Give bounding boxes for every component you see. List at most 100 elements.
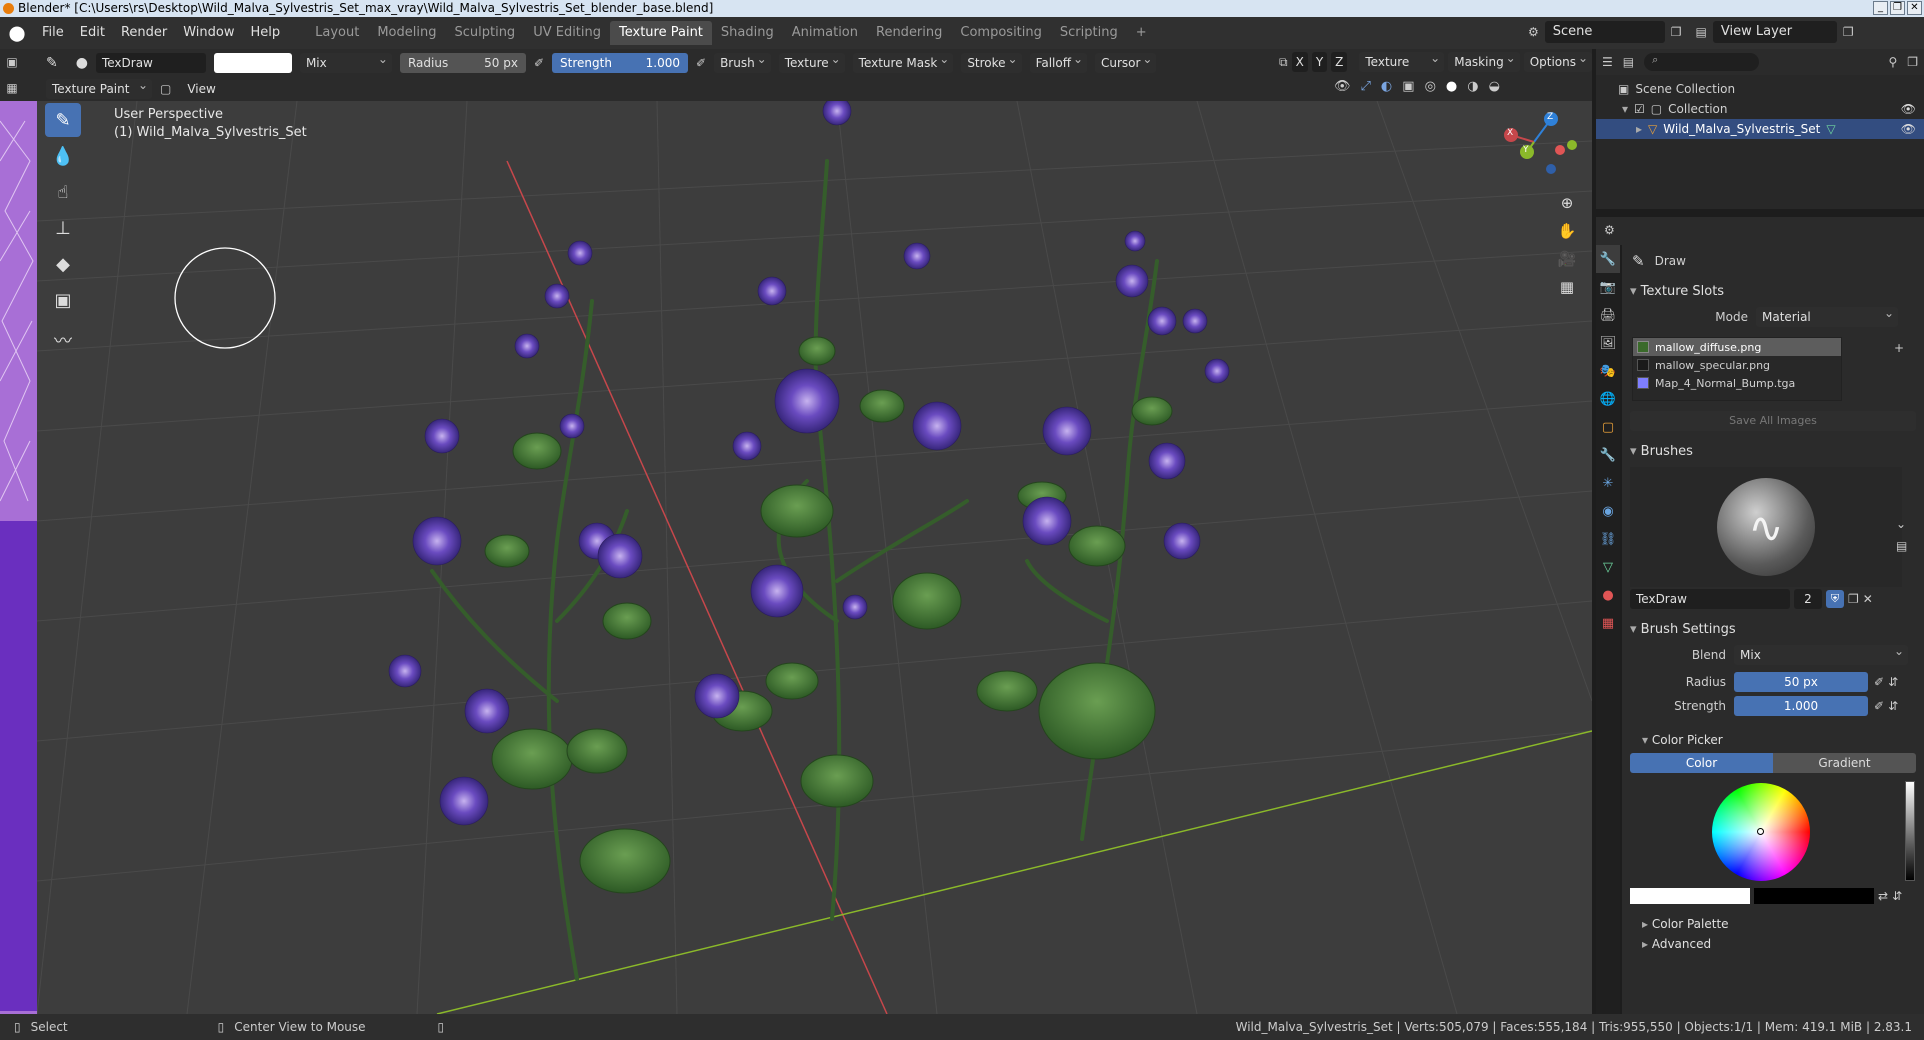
menu-window[interactable]: Window [175,21,242,45]
properties-editor-icon[interactable]: ⚙ [1604,223,1615,237]
data-tab-icon[interactable]: ▽ [1596,553,1620,581]
navigation-gizmo[interactable] [1489,107,1579,177]
xray-icon[interactable]: ▣ [1402,79,1414,94]
brush-menu[interactable]: Brush [714,49,771,73]
brush-preview-icon[interactable]: ● [76,55,88,71]
texture-menu[interactable]: Texture [778,49,845,73]
color-unified-icon[interactable]: ⇵ [1892,889,1902,903]
rendered-shading-icon[interactable]: ◒ [1489,79,1500,94]
save-all-images-button[interactable]: Save All Images [1630,411,1916,431]
modifier-tab-icon[interactable]: 🔧 [1596,441,1620,469]
brush-color-swatch[interactable] [213,52,292,73]
radius-field[interactable]: 50 px [1734,672,1868,692]
close-button[interactable]: ✕ [1907,1,1922,15]
mirror-z-toggle[interactable]: Z [1331,52,1348,72]
brushes-panel-header[interactable]: Brushes [1622,439,1924,465]
scene-selector[interactable]: Scene [1544,21,1665,43]
outliner-display-mode-icon[interactable]: ☰ [1602,55,1613,69]
texture-mask-menu[interactable]: Texture Mask [852,49,954,73]
tab-scripting[interactable]: Scripting [1051,21,1127,45]
unlink-brush-icon[interactable]: ✕ [1863,592,1873,606]
camera-view-icon[interactable]: 🎥 [1553,245,1581,273]
soften-tool-icon[interactable]: 💧 [45,139,81,173]
expand-arrow-icon[interactable]: ▸ [1636,122,1642,136]
radius-unit-icon[interactable]: ⇵ [1888,675,1898,689]
render-tab-icon[interactable]: 📷 [1596,273,1620,301]
blend-dropdown[interactable]: Mix [1734,641,1908,665]
pan-hand-icon[interactable]: ✋ [1553,217,1581,245]
advanced-header[interactable]: Advanced [1622,931,1924,957]
texture-slots-panel-header[interactable]: Texture Slots [1622,279,1924,305]
fill-tool-icon[interactable]: ◆ [45,247,81,281]
tool-tab-icon[interactable]: 🔧 [1596,245,1620,273]
material-tab-icon[interactable]: ● [1596,581,1620,609]
3d-viewport[interactable]: User Perspective (1) Wild_Malva_Sylvestr… [37,101,1592,1014]
color-picker-header[interactable]: Color Picker [1622,727,1924,753]
tab-shading[interactable]: Shading [712,21,783,45]
color-wheel[interactable] [1712,783,1810,881]
annotate-tool-icon[interactable]: 〰 [45,323,81,357]
mirror-x-toggle[interactable]: X [1291,52,1308,72]
brush-name-field[interactable]: TexDraw [95,52,206,73]
outliner-row-collection[interactable]: ▾ ☑ ▢ Collection 👁 [1596,99,1924,119]
tab-compositing[interactable]: Compositing [951,21,1051,45]
editor-type-icon[interactable]: ▣ [0,49,24,75]
brush-tool-icon[interactable]: ✎ [46,55,58,71]
cursor-menu[interactable]: Cursor [1095,49,1157,73]
radius-pressure-icon[interactable]: ✐ [1874,675,1884,689]
secondary-color-swatch[interactable] [1754,888,1874,904]
mask-toggle-icon[interactable]: ▢ [160,82,171,96]
smear-tool-icon[interactable]: ☝ [45,175,81,209]
value-slider[interactable] [1905,781,1915,881]
color-tab[interactable]: Color [1630,753,1773,773]
mode-dropdown[interactable]: Texture Paint [46,75,152,99]
physics-tab-icon[interactable]: ◉ [1596,497,1620,525]
eye-icon[interactable]: 👁 [1901,102,1916,116]
slot-row-specular[interactable]: mallow_specular.png [1633,356,1841,374]
constraints-tab-icon[interactable]: ⛓ [1596,525,1620,553]
minimize-button[interactable]: _ [1873,1,1888,15]
strength-field[interactable]: 1.000 [1734,696,1868,716]
view-layer-selector[interactable]: View Layer [1712,21,1837,43]
add-workspace-button[interactable]: + [1127,21,1156,45]
overlay-icon[interactable]: ◐ [1381,79,1392,94]
draw-tool-icon[interactable]: ✎ [45,103,81,137]
tab-uv-editing[interactable]: UV Editing [524,21,610,45]
clone-tool-icon[interactable]: ⊥ [45,211,81,245]
new-collection-icon[interactable]: ❐ [1907,55,1918,69]
tab-texture-paint[interactable]: Texture Paint [610,21,712,45]
outliner-search-icon[interactable]: ⌕ [1644,53,1760,71]
slot-row-normal[interactable]: Map_4_Normal_Bump.tga [1633,374,1841,392]
swap-colors-icon[interactable]: ⇄ [1878,889,1888,903]
radius-pressure-icon[interactable]: ✐ [534,56,544,70]
restore-button[interactable]: ❐ [1890,1,1905,15]
uv-editor-strip[interactable] [0,101,37,1014]
tab-layout[interactable]: Layout [306,21,368,45]
mask-tool-icon[interactable]: ▣ [45,283,81,317]
material-shading-icon[interactable]: ◑ [1467,79,1478,94]
outliner-filter-icon[interactable]: ▤ [1623,55,1634,69]
menu-edit[interactable]: Edit [72,21,113,45]
checkbox-icon[interactable]: ☑ [1634,102,1645,116]
brush-settings-panel-header[interactable]: Brush Settings [1622,617,1924,643]
mirror-y-toggle[interactable]: Y [1311,52,1328,72]
gradient-tab[interactable]: Gradient [1773,753,1916,773]
view-layer-tab-icon[interactable]: 🖼 [1596,329,1620,357]
brush-datablock-name[interactable]: TexDraw [1630,589,1790,609]
zoom-icon[interactable]: ⊕ [1553,189,1581,217]
brush-browse-icon[interactable]: ▤ [1896,539,1907,553]
strength-pressure-icon[interactable]: ✐ [696,56,706,70]
image-editor-icon[interactable]: ▦ [0,75,24,101]
radius-slider[interactable]: Radius 50 px [399,52,526,73]
expand-arrow-icon[interactable]: ▾ [1622,102,1628,116]
falloff-menu[interactable]: Falloff [1029,49,1087,73]
fake-user-shield-icon[interactable]: ⛨ [1826,590,1844,608]
ortho-toggle-icon[interactable]: ▦ [1553,273,1581,301]
object-tab-icon[interactable]: ▢ [1596,413,1620,441]
outliner-row-object[interactable]: ▸ ▽ Wild_Malva_Sylvestris_Set ▽ 👁 [1596,119,1924,139]
primary-color-swatch[interactable] [1630,888,1750,904]
output-tab-icon[interactable]: 🖨 [1596,301,1620,329]
options-menu[interactable]: Options [1523,48,1592,72]
outliner-funnel-icon[interactable]: ⚲ [1888,55,1897,69]
masking-menu[interactable]: Masking [1448,48,1520,72]
